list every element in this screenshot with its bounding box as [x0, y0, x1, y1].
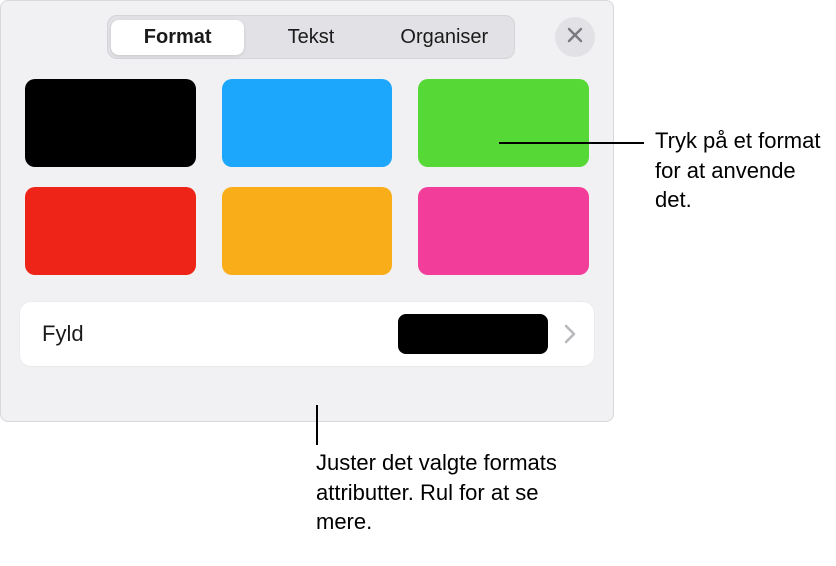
swatch-red[interactable] [25, 187, 196, 275]
format-swatches-grid [19, 79, 595, 275]
tab-organize[interactable]: Organiser [378, 20, 511, 55]
swatch-pink[interactable] [418, 187, 589, 275]
fill-label: Fyld [42, 321, 398, 347]
tabbar: Format Tekst Organiser [107, 15, 515, 59]
fill-color-preview[interactable] [398, 314, 548, 354]
close-icon [566, 26, 584, 49]
fill-row[interactable]: Fyld [19, 301, 595, 367]
close-button[interactable] [555, 17, 595, 57]
swatch-blue[interactable] [222, 79, 393, 167]
chevron-right-icon [564, 324, 576, 344]
callout-attributes: Juster det valgte formats attributter. R… [316, 448, 596, 537]
format-panel: Format Tekst Organiser Fyld [0, 0, 614, 422]
callout-line-swatch [499, 142, 644, 144]
tab-format[interactable]: Format [111, 20, 244, 55]
swatch-green[interactable] [418, 79, 589, 167]
tabbar-row: Format Tekst Organiser [107, 15, 595, 59]
swatch-orange[interactable] [222, 187, 393, 275]
swatch-black[interactable] [25, 79, 196, 167]
tab-text[interactable]: Tekst [244, 20, 377, 55]
callout-line-attributes-v [316, 405, 318, 445]
callout-swatch: Tryk på et format for at anvende det. [655, 126, 835, 215]
